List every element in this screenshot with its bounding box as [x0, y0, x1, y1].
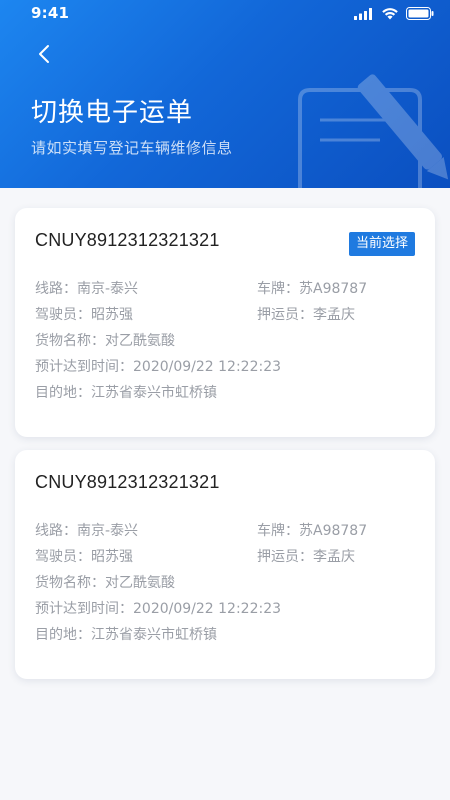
current-selection-badge: 当前选择	[348, 232, 415, 256]
destination-value: 江苏省泰兴市虹桥镇	[91, 627, 217, 643]
escort-value: 李孟庆	[313, 307, 355, 323]
status-icons	[354, 7, 434, 20]
waybill-number: CNUY8912312321321	[35, 472, 220, 492]
back-button[interactable]	[30, 40, 58, 68]
plate-row: 车牌：苏A98787	[257, 520, 367, 540]
plate-label: 车牌：	[257, 281, 299, 297]
route-row: 线路：南京-泰兴	[35, 520, 138, 540]
eta-row: 预计达到时间：2020/09/22 12:22:23	[35, 356, 281, 376]
eta-value: 2020/09/22 12:22:23	[133, 359, 282, 375]
escort-label: 押运员：	[257, 549, 313, 565]
plate-label: 车牌：	[257, 523, 299, 539]
cargo-row: 货物名称：对乙酰氨酸	[35, 572, 175, 592]
status-bar: 9:41	[0, 0, 450, 28]
page-subtitle: 请如实填写登记车辆维修信息	[31, 139, 233, 157]
waybill-card[interactable]: CNUY8912312321321 线路：南京-泰兴 车牌：苏A98787 驾驶…	[15, 450, 435, 679]
driver-label: 驾驶员：	[35, 307, 91, 323]
wifi-icon	[382, 8, 398, 20]
driver-row: 驾驶员：昭苏强	[35, 304, 133, 324]
pen-document-decoration-icon	[298, 74, 449, 188]
destination-row: 目的地：江苏省泰兴市虹桥镇	[35, 624, 217, 644]
page-title: 切换电子运单	[31, 98, 194, 128]
driver-row: 驾驶员：昭苏强	[35, 546, 133, 566]
route-row: 线路：南京-泰兴	[35, 278, 138, 298]
destination-label: 目的地：	[35, 385, 91, 401]
eta-row: 预计达到时间：2020/09/22 12:22:23	[35, 598, 281, 618]
escort-label: 押运员：	[257, 307, 313, 323]
waybill-number: CNUY8912312321321	[35, 230, 220, 250]
waybill-card-selected[interactable]: CNUY8912312321321 当前选择 线路：南京-泰兴 车牌：苏A987…	[15, 208, 435, 437]
destination-value: 江苏省泰兴市虹桥镇	[91, 385, 217, 401]
escort-row: 押运员：李孟庆	[257, 546, 355, 566]
route-label: 线路：	[35, 281, 77, 297]
route-label: 线路：	[35, 523, 77, 539]
eta-label: 预计达到时间：	[35, 601, 133, 617]
plate-value: 苏A98787	[299, 281, 368, 297]
destination-label: 目的地：	[35, 627, 91, 643]
plate-value: 苏A98787	[299, 523, 368, 539]
status-time: 9:41	[31, 4, 70, 22]
route-value: 南京-泰兴	[77, 523, 139, 539]
battery-icon	[406, 7, 434, 20]
cargo-value: 对乙酰氨酸	[105, 333, 175, 349]
escort-row: 押运员：李孟庆	[257, 304, 355, 324]
destination-row: 目的地：江苏省泰兴市虹桥镇	[35, 382, 217, 402]
signal-icon	[354, 7, 372, 20]
cargo-label: 货物名称：	[35, 333, 105, 349]
cargo-value: 对乙酰氨酸	[105, 575, 175, 591]
plate-row: 车牌：苏A98787	[257, 278, 367, 298]
cargo-row: 货物名称：对乙酰氨酸	[35, 330, 175, 350]
cargo-label: 货物名称：	[35, 575, 105, 591]
eta-value: 2020/09/22 12:22:23	[133, 601, 282, 617]
escort-value: 李孟庆	[313, 549, 355, 565]
route-value: 南京-泰兴	[77, 281, 139, 297]
driver-label: 驾驶员：	[35, 549, 91, 565]
chevron-left-icon	[39, 45, 49, 63]
eta-label: 预计达到时间：	[35, 359, 133, 375]
driver-value: 昭苏强	[91, 549, 133, 565]
driver-value: 昭苏强	[91, 307, 133, 323]
